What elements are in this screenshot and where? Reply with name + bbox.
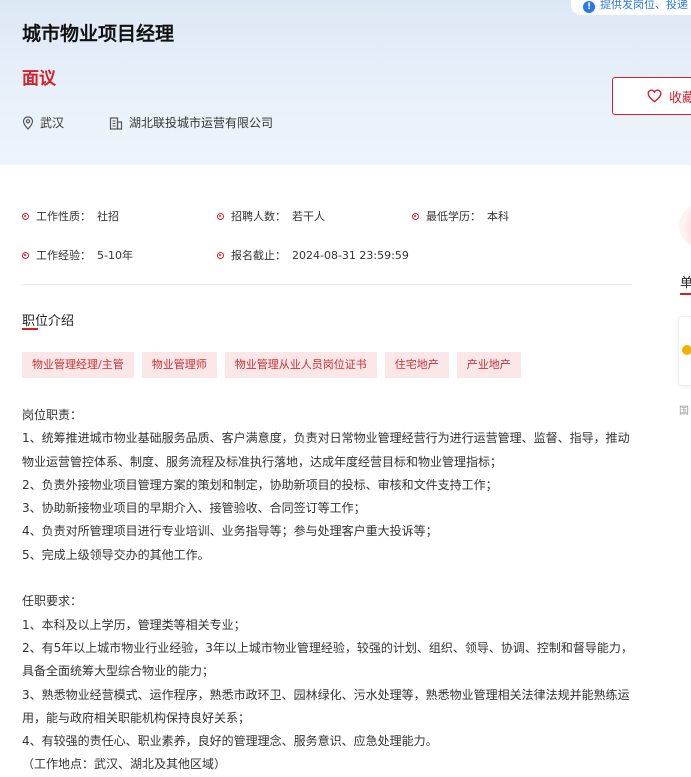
- info-value: 2024-08-31 23:59:59: [292, 248, 409, 262]
- info-label: 报名截止：: [231, 249, 286, 262]
- info-label: 最低学历：: [426, 210, 481, 223]
- tag: 物业管理从业人员岗位证书: [224, 352, 377, 378]
- description-line: 2、有5年以上城市物业行业经验，3年以上城市物业管理经验，较强的计划、组织、领导…: [22, 640, 633, 655]
- tag: 产业地产: [456, 352, 521, 378]
- description-line: 3、协助新接物业项目的早期介入、接管验收、合同签订等工作；: [22, 501, 366, 516]
- tag-list: 物业管理经理/主管 物业管理师 物业管理从业人员岗位证书 住宅地产 产业地产: [22, 352, 521, 378]
- info-experience: 工作经验： 5-10年: [22, 247, 133, 263]
- description-line: 4、有较强的责任心、职业素养，良好的管理理念、服务意识、应急处理能力。: [22, 734, 438, 749]
- description-line: 物业运营管控体系、制度、服务流程及标准执行落地，达成年度经营目标和物业管理指标；: [22, 454, 503, 469]
- job-location: 武汉: [22, 114, 64, 131]
- bullet-dot-icon: [217, 212, 224, 220]
- info-value: 若干人: [292, 210, 325, 223]
- sidebar-heading-underline: [680, 293, 691, 295]
- tag: 物业管理师: [141, 352, 217, 378]
- info-icon: !: [583, 1, 595, 13]
- info-value: 社招: [97, 210, 119, 223]
- section-underline: [22, 328, 38, 330]
- description-line: 具备全面统筹大型综合物业的能力；: [22, 664, 215, 679]
- bullet-dot-icon: [22, 251, 29, 259]
- recruiter-avatar[interactable]: [679, 204, 691, 248]
- job-company[interactable]: 湖北联投城市运营有限公司: [109, 114, 273, 131]
- tag: 物业管理经理/主管: [22, 352, 134, 378]
- sidebar-small-text: 国: [679, 406, 689, 417]
- info-label: 工作性质：: [36, 210, 91, 223]
- bullet-dot-icon: [412, 212, 419, 220]
- notice-text: 提供发岗位、投递: [600, 0, 688, 11]
- company-logo-icon: [682, 345, 691, 355]
- company-name: 湖北联投城市运营有限公司: [129, 116, 274, 130]
- bullet-dot-icon: [217, 251, 224, 259]
- description-line: 用，能与政府相关职能机构保持良好关系；: [22, 710, 251, 725]
- tag: 住宅地产: [384, 352, 449, 378]
- description-line: 4、负责对所管理项目进行专业培训、业务指导等；参与处理客户重大投诉等；: [22, 524, 438, 539]
- description-line: 3、熟悉物业经营模式、运作程序，熟悉市政环卫、园林绿化、污水处理等，熟悉物业管理…: [22, 687, 630, 702]
- description-line: 任职要求：: [22, 594, 83, 609]
- job-title: 城市物业项目经理: [22, 23, 175, 45]
- section-title: 职位介绍: [22, 314, 75, 329]
- sidebar-heading: 单: [680, 276, 691, 291]
- divider: [22, 284, 632, 285]
- info-value: 本科: [487, 210, 509, 223]
- description-line: 岗位职责：: [22, 408, 83, 422]
- favorite-button[interactable]: 收藏: [612, 77, 691, 115]
- heart-icon: [647, 89, 662, 103]
- location-pin-icon: [22, 115, 34, 130]
- location-text: 武汉: [40, 116, 65, 130]
- info-label: 工作经验：: [36, 249, 91, 262]
- notice-banner[interactable]: ! 提供发岗位、投递: [571, 0, 691, 15]
- description-line: （工作地点：武汉、湖北及其他区域）: [22, 757, 227, 772]
- info-label: 招聘人数：: [231, 210, 286, 223]
- info-headcount: 招聘人数： 若干人: [217, 208, 325, 224]
- bullet-dot-icon: [22, 212, 29, 220]
- description-line: 2、负责外接物业项目管理方案的策划和制定，协助新项目的投标、审核和文件支持工作；: [22, 477, 498, 492]
- info-job-type: 工作性质： 社招: [22, 208, 119, 224]
- info-education: 最低学历： 本科: [412, 208, 509, 224]
- description-line: 5、完成上级领导交办的其他工作。: [22, 547, 210, 562]
- description-line: 1、统筹推进城市物业基础服务品质、客户满意度，负责对日常物业管理经营行为进行运营…: [22, 431, 630, 446]
- info-deadline: 报名截止： 2024-08-31 23:59:59: [217, 247, 409, 263]
- building-icon: [109, 116, 123, 130]
- favorite-label: 收藏: [669, 90, 691, 106]
- info-value: 5-10年: [97, 249, 133, 262]
- description-line: 1、本科及以上学历，管理类等相关专业；: [22, 617, 246, 632]
- job-description: 岗位职责： 1、统筹推进城市物业基础服务品质、客户满意度，负责对日常物业管理经营…: [22, 404, 642, 777]
- job-salary: 面议: [22, 69, 56, 89]
